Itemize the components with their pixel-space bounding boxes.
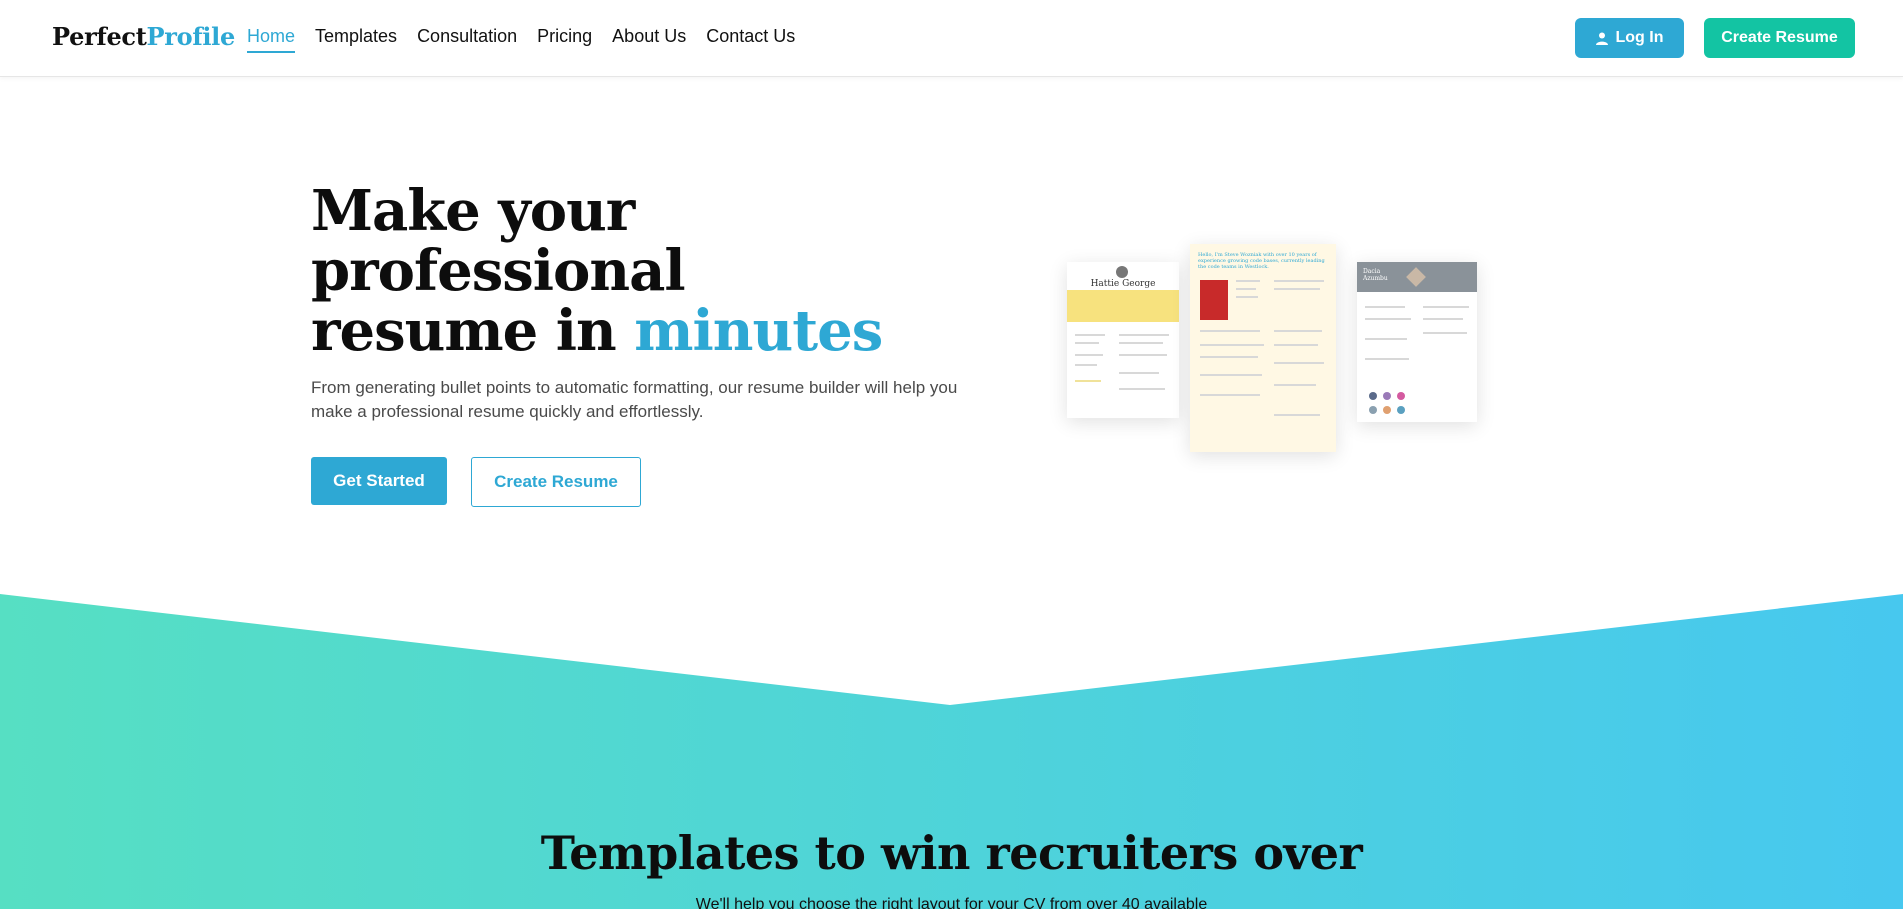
hero-title-line3: resume in (311, 298, 635, 364)
login-button[interactable]: Log In (1575, 18, 1684, 58)
create-resume-hero-button[interactable]: Create Resume (471, 457, 641, 507)
top-navbar: PerfectProfile Home Templates Consultati… (0, 0, 1903, 77)
get-started-button[interactable]: Get Started (311, 457, 447, 505)
hero-title-line1: Make your (311, 178, 635, 244)
hero-title: Make your professional resume in minutes (311, 178, 883, 364)
nav-about-us[interactable]: About Us (612, 26, 686, 53)
login-button-label: Log In (1615, 29, 1664, 46)
hero-title-highlight: minutes (634, 298, 883, 364)
resume-headline: Hello, I'm Steve Wozniak with over 10 ye… (1198, 252, 1325, 270)
resume-header-band (1067, 290, 1179, 322)
nav-pricing[interactable]: Pricing (537, 26, 592, 53)
user-icon (1595, 32, 1608, 45)
hero-title-line2: professional (311, 238, 686, 304)
nav-consultation[interactable]: Consultation (417, 26, 517, 53)
resume-name: Dacia Azumbu (1363, 268, 1388, 282)
resume-preview-left[interactable]: Hattie George (1067, 262, 1179, 418)
hero-subtitle: From generating bullet points to automat… (311, 378, 958, 421)
templates-section-title: Templates to win recruiters over (540, 826, 1363, 880)
nav-home[interactable]: Home (247, 26, 296, 53)
nav-templates[interactable]: Templates (315, 26, 397, 53)
main-nav: Home Templates Consultation Pricing Abou… (247, 26, 795, 53)
resume-preview-right[interactable]: Dacia Azumbu (1357, 262, 1477, 422)
avatar (1116, 266, 1128, 278)
brand-logo-part2: Profile (146, 22, 236, 51)
create-resume-nav-button[interactable]: Create Resume (1704, 18, 1855, 58)
brand-logo[interactable]: PerfectProfile (52, 22, 235, 51)
nav-contact-us[interactable]: Contact Us (706, 26, 795, 53)
resume-preview-center[interactable]: Hello, I'm Steve Wozniak with over 10 ye… (1190, 244, 1336, 452)
resume-photo (1200, 280, 1228, 320)
templates-section-subtitle: We'll help you choose the right layout f… (695, 896, 1208, 909)
brand-logo-part1: Perfect (52, 22, 147, 51)
resume-name: Hattie George (1090, 279, 1156, 289)
